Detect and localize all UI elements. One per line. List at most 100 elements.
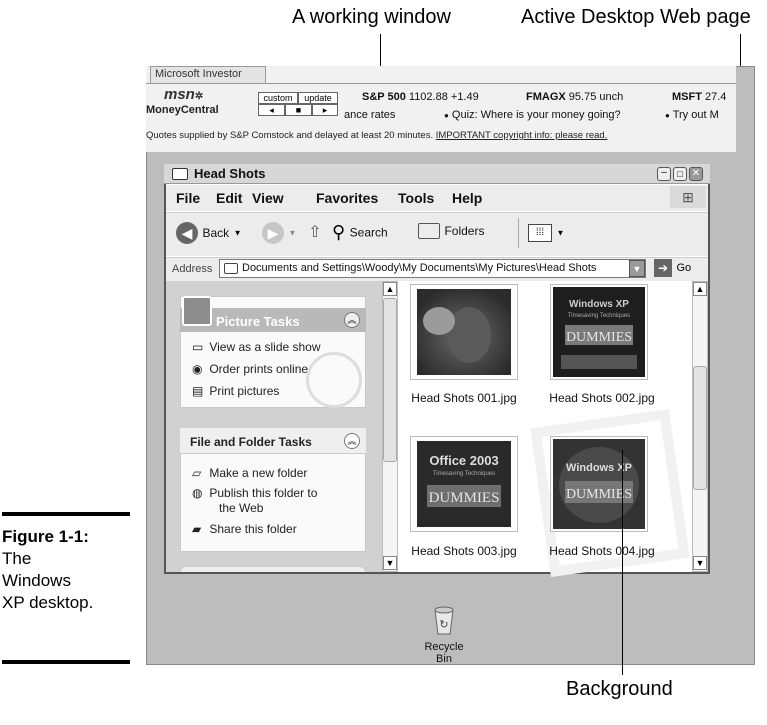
- ticker-next-button[interactable]: ▸: [312, 104, 338, 116]
- picture-tasks-icon: [182, 296, 212, 326]
- next-panel-peek: [180, 566, 366, 572]
- book-title: Windows XP: [569, 299, 629, 310]
- menu-favorites[interactable]: Favorites: [316, 190, 378, 206]
- scroll-up-icon[interactable]: ▲: [693, 282, 707, 296]
- go-label: Go: [676, 262, 692, 274]
- search-button[interactable]: ⚲ Search: [332, 222, 388, 243]
- address-label: Address: [172, 263, 213, 275]
- folders-label: Folders: [444, 223, 485, 238]
- back-arrow-icon: ◀: [176, 222, 198, 244]
- picture-tasks-title: Picture Tasks: [216, 314, 300, 329]
- task-share-folder[interactable]: ▰ Share this folder: [192, 522, 297, 536]
- ticker-msft[interactable]: MSFT 27.4: [672, 91, 734, 103]
- go-arrow-icon: ➔: [654, 259, 672, 277]
- ticker-rates[interactable]: ance rates: [344, 109, 395, 121]
- maximize-icon[interactable]: □: [673, 167, 687, 181]
- ticker-prev-button[interactable]: ◂: [258, 104, 285, 116]
- task-new-folder[interactable]: ▱ Make a new folder: [192, 466, 307, 480]
- investor-tab[interactable]: Microsoft Investor: [150, 66, 266, 83]
- custom-button[interactable]: custom: [258, 92, 298, 104]
- forward-arrow-icon: ▶: [262, 222, 284, 244]
- folders-button[interactable]: Folders: [418, 222, 484, 240]
- msn-logo[interactable]: msn✲: [164, 86, 203, 103]
- callout-background: Background: [566, 678, 673, 700]
- task-publish-web-line2[interactable]: the Web: [219, 501, 263, 515]
- callout-line-background: [622, 450, 623, 675]
- folder-icon: [172, 168, 188, 180]
- search-icon: ⚲: [332, 222, 346, 242]
- book-series: DUMMIES: [429, 490, 500, 506]
- thumbnail-image: Office 2003 Timesaving Techniques DUMMIE…: [410, 436, 518, 532]
- file-view-scroll-thumb[interactable]: [693, 366, 707, 490]
- book-subtitle: Timesaving Techniques: [433, 471, 495, 477]
- task-pane-scroll-thumb[interactable]: [383, 298, 397, 462]
- windows-logo-icon: ⊞: [670, 186, 706, 208]
- book-subtitle: Timesaving Techniques: [568, 313, 630, 319]
- file-name-004[interactable]: Head Shots 004.jpg: [546, 544, 658, 558]
- slideshow-icon: ▭: [192, 340, 204, 354]
- forward-button[interactable]: ▶ ▼: [262, 222, 296, 244]
- address-dropdown-icon[interactable]: ▼: [629, 260, 645, 277]
- new-folder-icon: ▱: [192, 466, 202, 480]
- menu-file[interactable]: File: [176, 190, 200, 206]
- bullet-icon: ●: [444, 111, 449, 120]
- scroll-down-icon[interactable]: ▼: [693, 556, 707, 570]
- collapse-chevron-icon[interactable]: ︽: [344, 433, 360, 449]
- thumbnail-image: Windows XP Timesaving Techniques DUMMIES: [550, 284, 648, 380]
- views-button[interactable]: ⁞⁞⁞ ▼: [528, 224, 564, 242]
- ticker-quiz[interactable]: ● Quiz: Where is your money going?: [444, 109, 621, 121]
- callout-active-desktop: Active Desktop Web page: [521, 6, 751, 28]
- back-button[interactable]: ◀ Back ▼: [176, 222, 242, 244]
- file-folder-tasks-title: File and Folder Tasks: [190, 435, 312, 449]
- ticker-try-out[interactable]: ● Try out M: [665, 109, 735, 121]
- thumbnail-image: Windows XP DUMMIES: [550, 436, 648, 532]
- window-title: Head Shots: [194, 166, 266, 181]
- menu-help[interactable]: Help: [452, 190, 482, 206]
- recycle-bin-icon: ↻: [434, 606, 454, 635]
- back-label: Back: [202, 226, 230, 240]
- menu-view[interactable]: View: [252, 190, 284, 206]
- ticker-stop-button[interactable]: ■: [285, 104, 312, 116]
- chevron-down-icon: ▼: [556, 228, 565, 238]
- bullet-icon: ●: [665, 111, 670, 120]
- figure-caption-line2: Windows: [2, 571, 71, 590]
- moneycentral-logo[interactable]: MoneyCentral: [146, 104, 219, 116]
- task-order-prints[interactable]: ◉ Order prints online: [192, 362, 308, 376]
- figure-label: Figure 1-1:: [2, 527, 89, 546]
- book-title: Office 2003: [429, 453, 498, 468]
- task-print-pictures[interactable]: ▤ Print pictures: [192, 384, 279, 398]
- address-input[interactable]: Documents and Settings\Woody\My Document…: [219, 259, 646, 278]
- collapse-chevron-icon[interactable]: ︽: [344, 312, 360, 328]
- go-button[interactable]: ➔ Go: [654, 259, 691, 277]
- task-slideshow[interactable]: ▭ View as a slide show: [192, 340, 321, 354]
- share-folder-icon: ▰: [192, 522, 202, 536]
- views-grid-icon: ⁞⁞⁞: [528, 224, 552, 242]
- recycle-bin-label: Recycle Bin: [424, 641, 464, 665]
- menu-tools[interactable]: Tools: [398, 190, 434, 206]
- address-folder-icon: [224, 263, 238, 274]
- recycle-bin[interactable]: ↻ Recycle Bin: [416, 604, 472, 665]
- menu-edit[interactable]: Edit: [216, 190, 242, 206]
- publish-globe-icon: ◍: [192, 486, 203, 500]
- task-publish-web[interactable]: ◍ Publish this folder to: [192, 486, 317, 500]
- file-name-003[interactable]: Head Shots 003.jpg: [406, 544, 522, 558]
- update-button[interactable]: update: [298, 92, 338, 104]
- quotes-disclaimer: Quotes supplied by S&P Comstock and dela…: [146, 130, 608, 141]
- figure-rule-top-long: [2, 512, 130, 516]
- svg-text:↻: ↻: [439, 618, 448, 631]
- callout-working-window: A working window: [292, 6, 451, 28]
- ad-tab-line: [146, 83, 736, 84]
- scroll-up-icon[interactable]: ▲: [383, 282, 397, 296]
- book-series: DUMMIES: [566, 330, 632, 345]
- toolbar-separator: [518, 218, 519, 248]
- up-folder-icon[interactable]: ⇧: [304, 222, 326, 244]
- ticker-sp500[interactable]: S&P 500 1102.88 +1.49: [362, 91, 479, 103]
- scroll-down-icon[interactable]: ▼: [383, 556, 397, 570]
- minimize-icon[interactable]: –: [657, 167, 671, 181]
- close-icon[interactable]: ✕: [689, 167, 703, 181]
- file-name-002[interactable]: Head Shots 002.jpg: [546, 391, 658, 405]
- order-prints-icon: ◉: [192, 362, 203, 376]
- ticker-fmagx[interactable]: FMAGX 95.75 unch: [526, 91, 623, 103]
- file-name-001[interactable]: Head Shots 001.jpg: [406, 391, 522, 405]
- copyright-link[interactable]: IMPORTANT copyright info: please read.: [436, 130, 608, 141]
